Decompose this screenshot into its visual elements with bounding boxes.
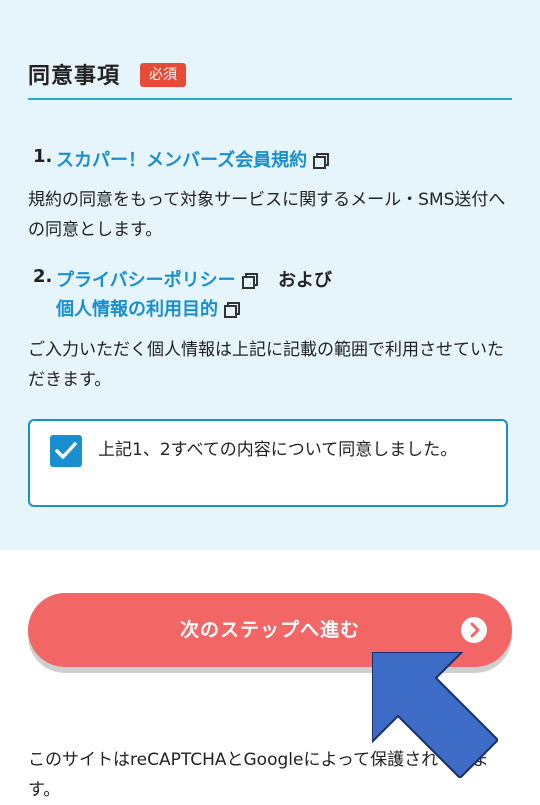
external-window-icon — [313, 153, 330, 169]
privacy-policy-link[interactable]: プライバシーポリシー — [56, 266, 258, 292]
agree-checkbox-field[interactable]: 上記1、2すべての内容について同意しました。 — [28, 419, 508, 507]
external-window-icon — [224, 302, 240, 318]
pointer-arrow-icon — [372, 652, 498, 778]
agree-checkbox[interactable] — [50, 435, 82, 467]
purpose-of-use-link-label[interactable]: 個人情報の利用目的 — [56, 299, 218, 320]
agree-label: 上記1、2すべての内容について同意しました。 — [98, 440, 458, 460]
terms-link[interactable]: スカパー！メンバーズ会員規約 — [56, 146, 330, 172]
consent-description-1: 規約の同意をもって対象サービスに関するメール・SMS送付への同意とします。 — [28, 190, 506, 240]
consent-description-2: ご入力いただく個人情報は上記に記載の範囲で利用させていただきます。 — [28, 340, 504, 390]
item-number-1: 1. — [33, 146, 53, 167]
title-divider — [28, 98, 512, 100]
section-title: 同意事項 — [28, 64, 121, 89]
privacy-policy-link-label[interactable]: プライバシーポリシー — [56, 270, 236, 291]
required-badge: 必須 — [140, 63, 186, 87]
purpose-of-use-link[interactable]: 個人情報の利用目的 — [56, 295, 240, 321]
item-number-2: 2. — [33, 266, 53, 287]
terms-link-label[interactable]: スカパー！メンバーズ会員規約 — [56, 150, 307, 171]
chevron-right-circle-icon — [461, 617, 487, 643]
consent-section: 同意事項 必須 1. スカパー！メンバーズ会員規約 規約の同意をもって対象サービ… — [0, 0, 540, 550]
external-window-icon — [241, 273, 258, 289]
conjunction-text: および — [278, 270, 332, 291]
checkmark-icon — [55, 442, 77, 459]
